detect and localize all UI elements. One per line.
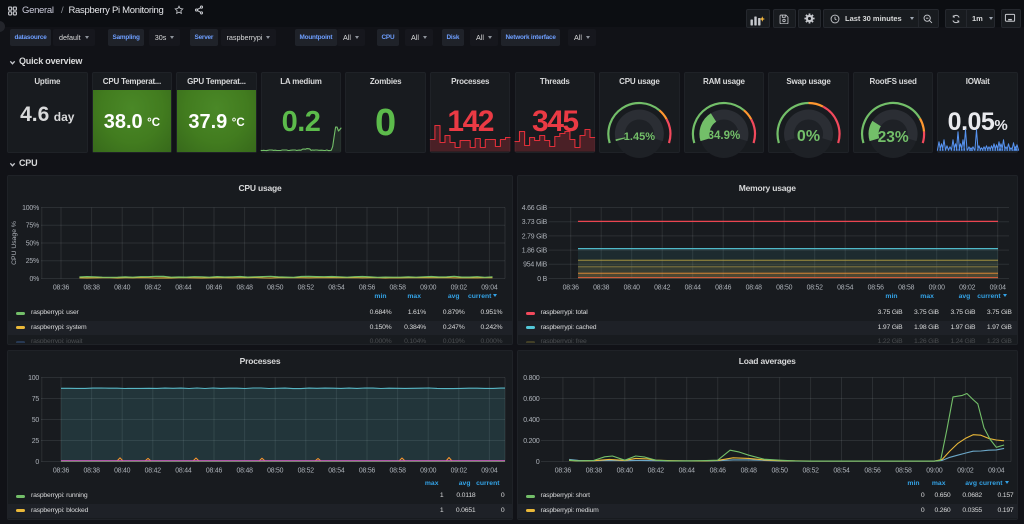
svg-text:08:54: 08:54	[328, 285, 345, 292]
svg-text:09:04: 09:04	[990, 285, 1007, 292]
svg-text:09:00: 09:00	[420, 285, 437, 292]
svg-text:08:40: 08:40	[114, 468, 131, 475]
svg-text:08:48: 08:48	[741, 468, 758, 475]
svg-text:0: 0	[35, 459, 39, 466]
svg-text:08:44: 08:44	[175, 468, 192, 475]
svg-text:08:52: 08:52	[807, 285, 824, 292]
svg-text:08:36: 08:36	[563, 285, 580, 292]
svg-text:08:40: 08:40	[617, 468, 634, 475]
svg-text:08:56: 08:56	[864, 468, 881, 475]
svg-text:50: 50	[32, 417, 40, 424]
svg-text:0.800: 0.800	[523, 375, 540, 382]
svg-text:08:50: 08:50	[267, 285, 284, 292]
svg-text:09:04: 09:04	[481, 285, 498, 292]
svg-text:3.73 GiB: 3.73 GiB	[522, 219, 548, 226]
svg-text:08:44: 08:44	[175, 285, 192, 292]
svg-text:08:56: 08:56	[359, 468, 376, 475]
svg-text:08:40: 08:40	[114, 285, 131, 292]
svg-text:08:52: 08:52	[298, 468, 315, 475]
svg-text:25%: 25%	[26, 258, 39, 265]
svg-text:08:48: 08:48	[236, 285, 253, 292]
svg-text:08:42: 08:42	[145, 468, 162, 475]
svg-text:CPU Usage %: CPU Usage %	[11, 221, 18, 265]
svg-text:50%: 50%	[26, 240, 39, 247]
svg-text:0 B: 0 B	[537, 276, 547, 283]
svg-text:08:56: 08:56	[868, 285, 885, 292]
svg-text:08:48: 08:48	[236, 468, 253, 475]
svg-text:08:36: 08:36	[53, 285, 70, 292]
svg-text:09:00: 09:00	[929, 285, 946, 292]
svg-text:08:58: 08:58	[389, 468, 406, 475]
svg-text:09:04: 09:04	[988, 468, 1005, 475]
svg-text:954 MiB: 954 MiB	[523, 262, 547, 269]
svg-text:09:00: 09:00	[926, 468, 943, 475]
svg-text:0.400: 0.400	[523, 417, 540, 424]
svg-text:08:54: 08:54	[833, 468, 850, 475]
svg-text:08:50: 08:50	[771, 468, 788, 475]
svg-text:0.200: 0.200	[523, 438, 540, 445]
svg-text:4.66 GiB: 4.66 GiB	[522, 205, 548, 212]
svg-text:08:38: 08:38	[83, 468, 100, 475]
svg-text:08:44: 08:44	[685, 285, 702, 292]
svg-text:08:54: 08:54	[328, 468, 345, 475]
svg-text:08:46: 08:46	[715, 285, 732, 292]
svg-text:09:02: 09:02	[451, 285, 468, 292]
svg-text:2.79 GiB: 2.79 GiB	[522, 233, 548, 240]
svg-text:100: 100	[28, 375, 39, 382]
svg-text:08:36: 08:36	[555, 468, 572, 475]
svg-text:08:50: 08:50	[267, 468, 284, 475]
svg-text:08:58: 08:58	[895, 468, 912, 475]
svg-text:08:52: 08:52	[802, 468, 819, 475]
svg-text:08:48: 08:48	[746, 285, 763, 292]
svg-text:08:50: 08:50	[776, 285, 793, 292]
svg-text:08:52: 08:52	[298, 285, 315, 292]
svg-text:08:38: 08:38	[586, 468, 603, 475]
svg-text:75: 75	[32, 396, 40, 403]
svg-text:09:02: 09:02	[959, 285, 976, 292]
svg-text:08:54: 08:54	[837, 285, 854, 292]
svg-text:08:40: 08:40	[624, 285, 641, 292]
svg-text:08:46: 08:46	[206, 285, 223, 292]
svg-text:08:46: 08:46	[710, 468, 727, 475]
svg-text:0: 0	[536, 459, 540, 466]
svg-text:08:44: 08:44	[679, 468, 696, 475]
svg-text:09:02: 09:02	[451, 468, 468, 475]
svg-text:1.86 GiB: 1.86 GiB	[522, 248, 548, 255]
svg-text:08:36: 08:36	[53, 468, 70, 475]
svg-text:08:38: 08:38	[593, 285, 610, 292]
svg-text:08:42: 08:42	[648, 468, 665, 475]
svg-text:08:38: 08:38	[83, 285, 100, 292]
svg-text:08:58: 08:58	[898, 285, 915, 292]
svg-text:25: 25	[32, 438, 40, 445]
svg-text:08:42: 08:42	[654, 285, 671, 292]
svg-text:0.600: 0.600	[523, 396, 540, 403]
svg-text:0%: 0%	[29, 276, 39, 283]
svg-text:08:56: 08:56	[359, 285, 376, 292]
svg-text:75%: 75%	[26, 223, 39, 230]
svg-text:100%: 100%	[22, 205, 39, 212]
svg-text:08:42: 08:42	[145, 285, 162, 292]
svg-text:08:58: 08:58	[389, 285, 406, 292]
svg-text:09:02: 09:02	[957, 468, 974, 475]
svg-text:09:00: 09:00	[420, 468, 437, 475]
svg-text:09:04: 09:04	[481, 468, 498, 475]
svg-text:08:46: 08:46	[206, 468, 223, 475]
